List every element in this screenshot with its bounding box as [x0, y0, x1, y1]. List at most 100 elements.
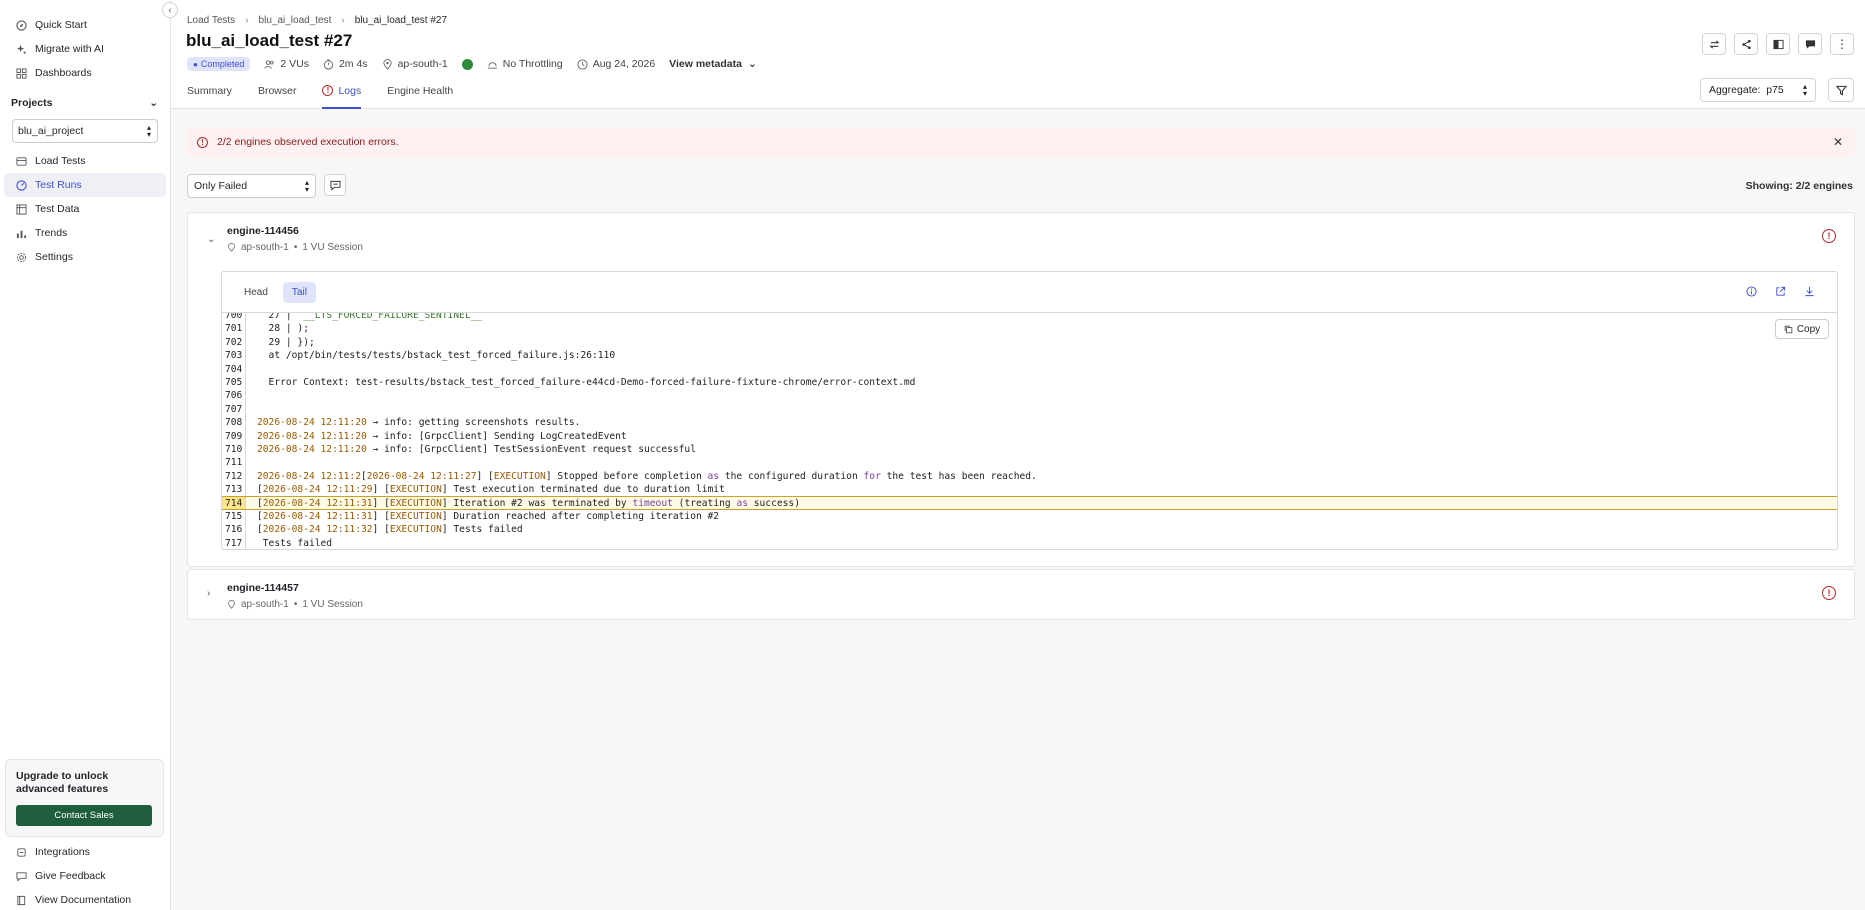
- collapse-sidebar-button[interactable]: ‹: [162, 2, 178, 18]
- sidebar-item-view-documentation[interactable]: View Documentation: [4, 888, 167, 910]
- upgrade-text: Upgrade to unlock advanced features: [16, 770, 109, 795]
- sidebar-item-trends[interactable]: Trends: [4, 221, 166, 245]
- log-line-text: [246, 456, 257, 469]
- network-icon: [487, 61, 497, 69]
- report-button[interactable]: [1766, 33, 1790, 55]
- filter-button[interactable]: [1828, 78, 1854, 102]
- timer-icon: [323, 58, 334, 70]
- log-line: 710 2026-08-24 12:11:20 → info: [GrpcClie…: [222, 442, 1837, 457]
- sidebar-item-label: Integrations: [35, 846, 90, 858]
- alert-text: 2/2 engines observed execution errors.: [217, 136, 399, 148]
- contact-sales-button[interactable]: Contact Sales: [16, 805, 152, 826]
- log-filter-row: Only Failed ▴ ▾: [187, 174, 346, 198]
- throttling-meta: No Throttling: [487, 58, 563, 70]
- external-link-icon[interactable]: [1775, 286, 1786, 297]
- vus-meta: 2 VUs: [264, 58, 309, 70]
- tab-engine-health[interactable]: Engine Health: [387, 83, 453, 109]
- log-line-text: 28 | );: [257, 323, 309, 335]
- more-options-button[interactable]: ⋮: [1830, 33, 1854, 55]
- log-line: 705 Error Context: test-results/bstack_t…: [222, 375, 1837, 390]
- users-icon: [264, 59, 274, 69]
- sidebar-item-migrate-ai[interactable]: Migrate with AI: [4, 37, 166, 61]
- sidebar-item-test-data[interactable]: Test Data: [4, 197, 166, 221]
- log-tab-tail[interactable]: Tail: [282, 281, 316, 303]
- sidebar-item-give-feedback[interactable]: Give Feedback: [4, 864, 167, 888]
- up-down-chevron-icon: ▴ ▾: [304, 178, 309, 194]
- chevron-left-icon: ‹: [168, 4, 172, 16]
- sidebar-item-label: Trends: [35, 227, 68, 239]
- sidebar-item-integrations[interactable]: Integrations: [4, 840, 167, 864]
- log-line: 709 2026-08-24 12:11:20 → info: [GrpcClie…: [222, 429, 1837, 443]
- log-line: 717 Tests failed: [222, 536, 1837, 549]
- copy-button[interactable]: Copy: [1775, 319, 1829, 339]
- aggregate-label: Aggregate:: [1709, 84, 1761, 96]
- failure-filter-select[interactable]: Only Failed ▴ ▾: [187, 174, 316, 198]
- tab-label: Browser: [257, 85, 297, 97]
- swap-icon: [1709, 39, 1719, 49]
- chevron-right-icon[interactable]: ›: [207, 588, 210, 599]
- engine-region: ap-south-1: [241, 599, 289, 610]
- sidebar-item-dashboards[interactable]: Dashboards: [4, 61, 166, 85]
- view-metadata-button[interactable]: View metadata ⌄: [669, 58, 757, 70]
- sidebar-item-label: Give Feedback: [35, 870, 106, 882]
- share-button[interactable]: [1734, 33, 1758, 55]
- tab-label: Summary: [187, 85, 232, 97]
- engine-header[interactable]: › engine-114457 ap-south-1 • 1 VU Sessio…: [188, 570, 1854, 620]
- sidebar-item-settings[interactable]: Settings: [4, 245, 166, 269]
- tab-label: Logs: [338, 85, 362, 97]
- breadcrumb-current: blu_ai_load_test #27: [354, 15, 448, 26]
- log-line: 713 [2026-08-24 12:11:29] [EXECUTION] Tes…: [222, 483, 1837, 497]
- sidebar-item-label: Migrate with AI: [35, 43, 104, 55]
- log-line: 712 2026-08-24 12:11:2[2026-08-24 12:11:2…: [222, 469, 1837, 484]
- status-dot-icon: ●: [193, 59, 198, 69]
- showing-count: Showing: 2/2 engines: [1745, 180, 1853, 192]
- comments-button[interactable]: [1798, 33, 1822, 55]
- duration-meta: 2m 4s: [323, 58, 368, 70]
- comment-filter-button[interactable]: [324, 174, 346, 196]
- sidebar-item-load-tests[interactable]: Load Tests: [4, 149, 166, 173]
- aggregate-select[interactable]: Aggregate: p75 ▴ ▾: [1700, 78, 1816, 102]
- download-icon[interactable]: [1804, 286, 1815, 297]
- error-circle-icon: !: [322, 85, 334, 96]
- filter-icon: [1835, 85, 1847, 96]
- chat-icon: [329, 180, 341, 191]
- projects-section-title[interactable]: Projects ⌄: [0, 93, 170, 113]
- log-line: 707: [222, 402, 1837, 417]
- log-tabs: Head Tail: [222, 272, 1837, 313]
- log-line-text: [246, 389, 257, 402]
- tab-browser[interactable]: Browser: [258, 83, 297, 109]
- date-meta: Aug 24, 2026: [577, 58, 655, 70]
- location-pin-icon: [382, 58, 392, 70]
- tab-logs[interactable]: ! Logs: [322, 83, 362, 109]
- sidebar-item-quick-start[interactable]: Quick Start: [4, 13, 166, 37]
- project-select[interactable]: blu_ai_project ▴ ▾: [12, 119, 158, 143]
- log-line: 711: [222, 456, 1837, 470]
- log-tab-head[interactable]: Head: [235, 282, 277, 303]
- log-line-number: 704: [222, 362, 246, 376]
- log-body[interactable]: Copy 700 27 | `__LTS_FORCED_FAILURE_SENT…: [222, 313, 1837, 549]
- log-line-text: [2026-08-24 12:11:29] [EXECUTION] Test e…: [257, 484, 725, 496]
- compass-icon: [16, 19, 27, 31]
- breadcrumb-load-test[interactable]: blu_ai_load_test: [259, 15, 332, 26]
- sidebar-item-test-runs[interactable]: Test Runs: [4, 173, 166, 197]
- status-badge: ● Completed: [187, 57, 251, 71]
- split-view-icon: [1772, 39, 1784, 49]
- chevron-down-icon[interactable]: ⌄: [207, 234, 215, 245]
- header-actions: ⋮: [1702, 33, 1854, 55]
- bottom-nav: Integrations Give Feedback View Document…: [0, 840, 171, 910]
- list-icon: [16, 156, 27, 167]
- log-line: 702 29 | });: [222, 335, 1837, 350]
- log-line-text: [2026-08-24 12:11:31] [EXECUTION] Iterat…: [257, 498, 800, 510]
- failure-filter-value: Only Failed: [194, 180, 248, 192]
- log-tools: [1746, 286, 1815, 297]
- region-text: ap-south-1: [397, 58, 448, 70]
- breadcrumb-load-tests[interactable]: Load Tests: [187, 15, 235, 26]
- info-icon[interactable]: [1746, 286, 1757, 297]
- close-icon[interactable]: ✕: [1833, 135, 1843, 149]
- compare-button[interactable]: [1702, 33, 1726, 55]
- sidebar-item-label: Test Data: [35, 203, 80, 215]
- tab-summary[interactable]: Summary: [187, 83, 232, 109]
- log-line-number: 700: [222, 313, 246, 323]
- sidebar: ‹ Quick Start Migrate with AI Dashboards…: [0, 0, 178, 910]
- engine-header[interactable]: ⌄ engine-114456 ap-south-1 • 1 VU Sessio…: [188, 213, 1854, 263]
